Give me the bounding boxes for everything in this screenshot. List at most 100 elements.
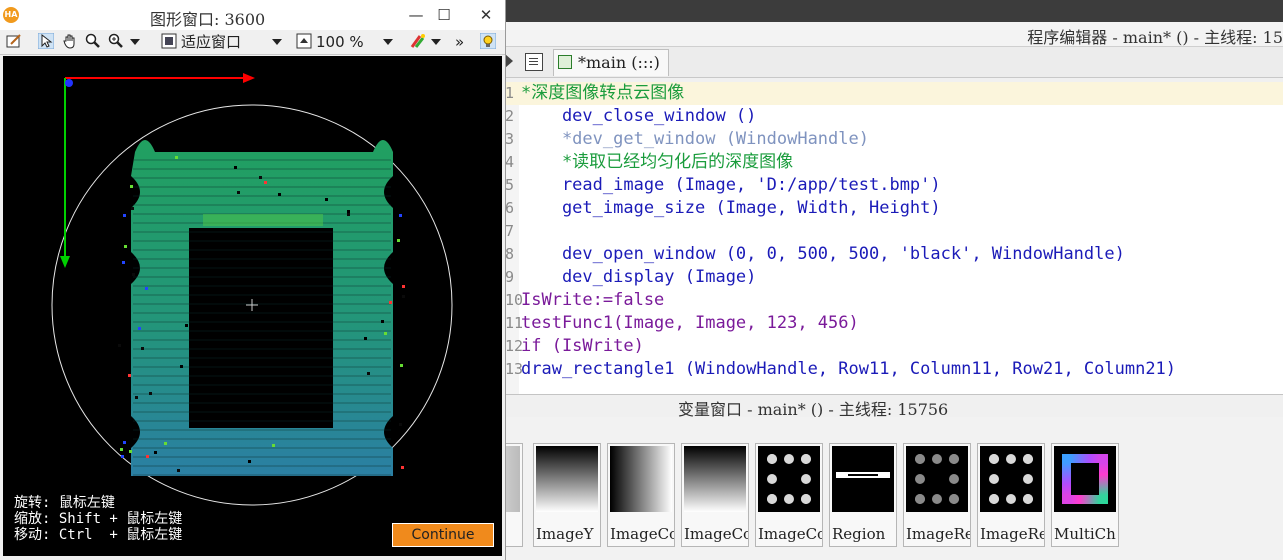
code-line[interactable]: 6 get_image_size (Image, Width, Height) bbox=[505, 197, 1283, 220]
point-speckle bbox=[392, 187, 395, 190]
point-speckle bbox=[367, 372, 370, 375]
close-button[interactable]: ✕ bbox=[475, 6, 497, 24]
edit-icon[interactable] bbox=[6, 33, 22, 49]
paint-dropdown-icon[interactable] bbox=[431, 39, 441, 45]
y-axis-arrow bbox=[60, 256, 70, 268]
code-line[interactable]: 7 bbox=[505, 220, 1283, 243]
code-line[interactable]: 4 *读取已经均匀化后的深度图像 bbox=[505, 151, 1283, 174]
point-speckle bbox=[123, 441, 126, 444]
code-line[interactable]: 11 testFunc1(Image, Image, 123, 456) bbox=[505, 312, 1283, 335]
code-line[interactable]: 8 dev_open_window (0, 0, 500, 500, 'blac… bbox=[505, 243, 1283, 266]
thumbnail-label: ImageCo bbox=[684, 525, 748, 543]
iconic-variable-thumbnail[interactable]: MultiCh bbox=[1051, 443, 1119, 547]
code-line-text: dev_display (Image) bbox=[521, 267, 757, 287]
thumbnail-label: ImageCo bbox=[610, 525, 674, 543]
code-line[interactable]: 5 read_image (Image, 'D:/app/test.bmp') bbox=[505, 174, 1283, 197]
code-line-text: draw_rectangle1 (WindowHandle, Row11, Co… bbox=[521, 359, 1177, 379]
point-speckle bbox=[149, 392, 152, 395]
editor-title: 程序编辑器 - main* () - 主线程: 15 bbox=[1027, 28, 1283, 47]
zoom-mode-select[interactable]: 适应窗口 bbox=[181, 32, 241, 52]
line-number: 6 bbox=[505, 199, 515, 217]
code-line[interactable]: 2 dev_close_window () bbox=[505, 105, 1283, 128]
point-speckle bbox=[122, 261, 125, 264]
maximize-button[interactable]: ☐ bbox=[433, 6, 455, 24]
code-line-text: dev_close_window () bbox=[521, 106, 757, 126]
code-area[interactable]: 1 *深度图像转点云图像 2 dev_close_window () 3 *dev_g… bbox=[505, 82, 1283, 394]
thumbnail-label: ImageRe bbox=[906, 525, 970, 543]
graphics-toolbar: 适应窗口 100 % » bbox=[0, 30, 505, 55]
zoom-mode-dropdown-icon[interactable] bbox=[272, 39, 282, 45]
lightbulb-icon[interactable] bbox=[480, 33, 496, 49]
code-line-text: dev_open_window (0, 0, 500, 500, 'black'… bbox=[521, 244, 1125, 264]
point-speckle bbox=[116, 326, 119, 329]
thumbnail-label: Region bbox=[832, 525, 886, 543]
point-speckle bbox=[145, 287, 148, 290]
point-speckle bbox=[154, 451, 157, 454]
scroll-tabs-icon[interactable] bbox=[505, 54, 513, 68]
point-speckle bbox=[399, 423, 402, 426]
iconic-variable-thumbnail[interactable]: ImageCo bbox=[681, 443, 749, 547]
point-speckle bbox=[120, 463, 123, 466]
iconic-variable-thumbnail[interactable]: ImageY bbox=[533, 443, 601, 547]
line-number: 8 bbox=[505, 245, 515, 263]
variable-window-titlebar: 变量窗口 - main* () - 主线程: 15756 bbox=[505, 394, 1283, 419]
code-line-text: *读取已经均匀化后的深度图像 bbox=[521, 152, 794, 172]
code-line[interactable]: 13 draw_rectangle1 (WindowHandle, Row11, … bbox=[505, 358, 1283, 381]
thumbnail-image bbox=[1054, 446, 1116, 512]
tab-main[interactable]: *main (:::) bbox=[553, 49, 669, 76]
thumbnail-label: ImageY bbox=[536, 525, 594, 543]
thumbnail-image bbox=[536, 446, 598, 512]
continue-button[interactable]: Continue bbox=[392, 523, 494, 547]
code-line-text: *深度图像转点云图像 bbox=[521, 83, 685, 103]
iconic-variable-thumbnail[interactable]: Region bbox=[829, 443, 897, 547]
thumbnail-image bbox=[610, 446, 672, 512]
point-speckle bbox=[237, 191, 240, 194]
zoom-dropdown-icon[interactable] bbox=[130, 39, 140, 45]
point-speckle bbox=[138, 327, 141, 330]
code-line[interactable]: 1 *深度图像转点云图像 bbox=[505, 82, 1283, 105]
iconic-variable-thumbnail[interactable]: ImageRe bbox=[903, 443, 971, 547]
thumbnail-image bbox=[832, 446, 894, 512]
minimize-button[interactable]: — bbox=[405, 6, 427, 24]
code-line[interactable]: 12 if (IsWrite) bbox=[505, 335, 1283, 358]
procedure-icon bbox=[558, 55, 572, 69]
code-line-text: get_image_size (Image, Width, Height) bbox=[521, 198, 941, 218]
point-speckle bbox=[402, 285, 405, 288]
point-speckle bbox=[146, 455, 149, 458]
point-speckle bbox=[185, 324, 188, 327]
z-axis-dot bbox=[65, 79, 73, 87]
code-line-text: testFunc1(Image, Image, 123, 456) bbox=[521, 313, 859, 333]
point-speckle bbox=[259, 176, 262, 179]
thumbnail-image bbox=[906, 446, 968, 512]
zoom-in-icon[interactable] bbox=[108, 33, 124, 49]
toolbar-more-button[interactable]: » bbox=[455, 32, 464, 52]
iconic-variable-thumbnail[interactable]: ImageCo bbox=[755, 443, 823, 547]
point-speckle bbox=[130, 185, 133, 188]
code-line[interactable]: 9 dev_display (Image) bbox=[505, 266, 1283, 289]
line-number: 7 bbox=[505, 222, 515, 240]
line-number: 2 bbox=[505, 107, 515, 125]
graphics-window: HA 图形窗口: 3600 — ☐ ✕ 适应窗口 100 % » 旋转: 鼠标左… bbox=[0, 0, 506, 560]
iconic-variable-thumbnail[interactable]: ImageRe bbox=[977, 443, 1045, 547]
point-speckle bbox=[118, 344, 121, 347]
graphics-canvas[interactable]: 旋转: 鼠标左键 缩放: Shift + 鼠标左键 移动: Ctrl + 鼠标左… bbox=[3, 56, 502, 556]
pointer-icon[interactable] bbox=[38, 33, 54, 49]
code-line[interactable]: 10 IsWrite:=false bbox=[505, 289, 1283, 312]
zoom-percent-select[interactable]: 100 % bbox=[316, 32, 364, 52]
point-speckle bbox=[128, 374, 131, 377]
point-speckle bbox=[131, 207, 134, 210]
graphics-window-titlebar: HA 图形窗口: 3600 — ☐ ✕ bbox=[0, 0, 505, 30]
iconic-variable-thumbnail[interactable]: ImageCo bbox=[607, 443, 675, 547]
point-speckle bbox=[397, 239, 400, 242]
zoom-icon[interactable] bbox=[85, 33, 101, 49]
paint-colors-icon[interactable] bbox=[410, 33, 426, 49]
point-speckle bbox=[278, 193, 281, 196]
x-axis-arrow bbox=[243, 73, 255, 83]
zoom-percent-dropdown-icon[interactable] bbox=[383, 39, 393, 45]
point-speckle bbox=[264, 181, 267, 184]
procedure-list-icon[interactable] bbox=[525, 53, 543, 71]
thumbnail-image bbox=[758, 446, 820, 512]
hand-pan-icon[interactable] bbox=[62, 33, 78, 49]
point-speckle bbox=[272, 444, 275, 447]
code-line[interactable]: 3 *dev_get_window (WindowHandle) bbox=[505, 128, 1283, 151]
